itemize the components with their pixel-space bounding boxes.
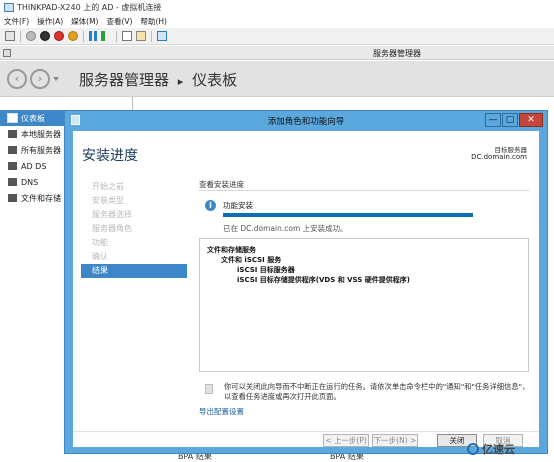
ad-ds-icon xyxy=(8,162,17,170)
result-item: 文件和存储服务 xyxy=(207,246,256,254)
dashboard-icon xyxy=(7,113,18,123)
close-window-button[interactable]: ✕ xyxy=(519,113,543,127)
wizard-nav-server-roles: 服务器角色 xyxy=(92,224,132,233)
sidebar-item-dns[interactable]: DNS xyxy=(0,174,64,190)
menu-file[interactable]: 文件(F) xyxy=(4,16,29,27)
wizard-titlebar: 添加角色和功能向导 — ▢ ✕ xyxy=(65,111,547,130)
start-icon[interactable] xyxy=(26,31,36,41)
results-box[interactable]: 文件和存储服务 文件和 iSCSI 服务 iSCSI 目标服务器 iSCSI 目… xyxy=(199,238,529,372)
vm-titlebar: THINKPAD-X240 上的 AD - 虚拟机连接 xyxy=(0,0,554,15)
wizard-nav-confirmation: 确认 xyxy=(92,252,108,261)
enhanced-session-icon[interactable] xyxy=(157,31,167,41)
menu-action[interactable]: 操作(A) xyxy=(37,16,63,27)
checkpoint-icon[interactable] xyxy=(122,31,132,41)
previous-button[interactable]: < 上一步(P) xyxy=(323,434,369,447)
install-status-message: 已在 DC.domain.com 上安装成功。 xyxy=(223,224,348,233)
next-button[interactable]: 下一步(N) > xyxy=(372,434,418,447)
sidebar-item-label: DNS xyxy=(21,177,39,187)
info-icon: i xyxy=(205,200,216,211)
vm-connection-icon xyxy=(4,3,14,12)
wizard-body: 安装进度 目标服务器 DC.domain.com 开始之前 安装类型 服务器选择… xyxy=(73,131,539,447)
file-storage-icon xyxy=(8,194,17,202)
turn-off-icon[interactable] xyxy=(40,31,50,41)
toolbar-separator xyxy=(151,30,152,42)
result-item: 文件和 iSCSI 服务 xyxy=(221,256,282,264)
minimize-button[interactable]: — xyxy=(485,113,501,127)
export-settings-link[interactable]: 导出配置设置 xyxy=(199,406,244,417)
add-roles-wizard: 添加角色和功能向导 — ▢ ✕ 安装进度 目标服务器 DC.domain.com… xyxy=(64,110,548,454)
result-item: iSCSI 目标存储提供程序(VDS 和 VSS 硬件提供程序) xyxy=(237,276,410,284)
history-dropdown-icon[interactable] xyxy=(53,77,59,81)
result-item: iSCSI 目标服务器 xyxy=(237,266,295,274)
divider xyxy=(73,431,539,432)
divider xyxy=(199,190,529,191)
menu-help[interactable]: 帮助(H) xyxy=(140,16,167,27)
server-manager-header: ‹ › 服务器管理器 ▸ 仪表板 xyxy=(0,61,554,97)
menu-media[interactable]: 媒体(M) xyxy=(71,16,98,27)
toolbar-separator xyxy=(83,30,84,42)
breadcrumb-page: 仪表板 xyxy=(192,71,238,89)
pause-icon[interactable] xyxy=(89,31,97,41)
vm-menubar: 文件(F) 操作(A) 媒体(M) 查看(V) 帮助(H) xyxy=(0,15,554,28)
sidebar-item-file-storage[interactable]: 文件和存储 xyxy=(0,190,64,206)
install-progress-bar xyxy=(223,213,473,217)
wizard-nav-install-type: 安装类型 xyxy=(92,196,124,205)
dns-icon xyxy=(8,178,17,186)
wizard-nav-server-selection: 服务器选择 xyxy=(92,210,132,219)
install-progress-fill xyxy=(223,213,473,217)
reset-icon[interactable] xyxy=(101,31,111,41)
sidebar-item-label: 所有服务器 xyxy=(21,145,61,155)
breadcrumb-app: 服务器管理器 xyxy=(79,71,170,89)
divider xyxy=(132,97,133,111)
target-server-value: DC.domain.com xyxy=(471,153,527,161)
sidebar-item-local-server[interactable]: 本地服务器 xyxy=(0,126,64,142)
toolbar-separator xyxy=(116,30,117,42)
wizard-content: 查看安装进度 i 功能安装 已在 DC.domain.com 上安装成功。 文件… xyxy=(199,179,530,417)
wizard-heading: 安装进度 xyxy=(82,148,138,164)
local-server-icon xyxy=(8,130,17,138)
view-progress-label: 查看安装进度 xyxy=(199,180,244,189)
sidebar-item-label: 文件和存储 xyxy=(21,193,61,203)
sidebar: 仪表板 本地服务器 所有服务器 AD DS DNS 文件和存储 xyxy=(0,110,64,462)
note-icon xyxy=(205,384,213,394)
server-manager-title: 服务器管理器 xyxy=(373,49,421,58)
wizard-nav: 开始之前 安装类型 服务器选择 服务器角色 功能 确认 结果 xyxy=(81,180,187,278)
menu-view[interactable]: 查看(V) xyxy=(106,16,132,27)
breadcrumb: 服务器管理器 ▸ 仪表板 xyxy=(79,69,237,90)
watermark-icon xyxy=(467,443,479,455)
sidebar-item-label: 本地服务器 xyxy=(21,129,61,139)
wizard-nav-features: 功能 xyxy=(92,238,108,247)
sidebar-item-all-servers[interactable]: 所有服务器 xyxy=(0,142,64,158)
vm-toolbar xyxy=(0,28,554,45)
sidebar-item-label: AD DS xyxy=(21,161,47,171)
back-icon[interactable]: ‹ xyxy=(7,69,27,89)
feature-install-label: 功能安装 xyxy=(223,201,253,210)
sidebar-item-label: 仪表板 xyxy=(21,113,45,123)
wizard-nav-results[interactable]: 结果 xyxy=(81,264,187,278)
ctrl-alt-del-icon[interactable] xyxy=(5,31,15,41)
wizard-title: 添加角色和功能向导 xyxy=(267,117,345,127)
sidebar-item-ad-ds[interactable]: AD DS xyxy=(0,158,64,174)
all-servers-icon xyxy=(8,146,17,154)
breadcrumb-separator: ▸ xyxy=(177,75,184,88)
watermark-text: 亿速云 xyxy=(482,443,515,456)
maximize-button[interactable]: ▢ xyxy=(502,113,518,127)
forward-icon[interactable]: › xyxy=(30,69,50,89)
sidebar-item-dashboard[interactable]: 仪表板 xyxy=(0,110,64,126)
revert-icon[interactable] xyxy=(136,31,146,41)
server-manager-titlebar: 服务器管理器 xyxy=(0,46,554,60)
vm-title: THINKPAD-X240 上的 AD - 虚拟机连接 xyxy=(17,3,162,12)
shutdown-icon[interactable] xyxy=(54,31,64,41)
toolbar-separator xyxy=(20,30,21,42)
wizard-nav-before-you-begin: 开始之前 xyxy=(92,182,124,191)
save-state-icon[interactable] xyxy=(68,31,78,41)
watermark-logo: 亿速云 xyxy=(467,441,515,457)
close-wizard-note: 你可以关闭此向导而不中断正在运行的任务。请依次单击命令栏中的"通知"和"任务详细… xyxy=(224,382,530,401)
